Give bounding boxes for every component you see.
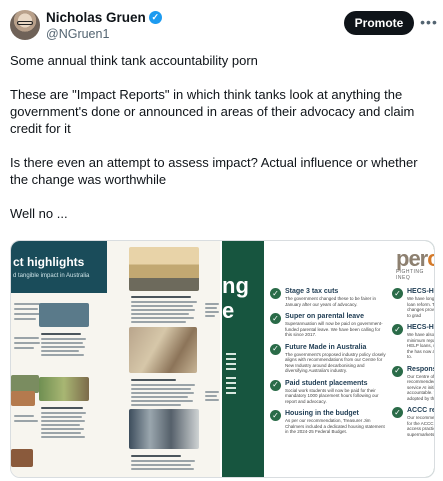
post-text: Some annual think tank accountability po… bbox=[10, 52, 435, 222]
report-photo bbox=[11, 391, 35, 406]
more-options-icon[interactable]: ••• bbox=[419, 13, 439, 31]
impact-report-image-left[interactable]: ct highlights d tangible impact in Austr… bbox=[11, 241, 222, 477]
author-row: Nicholas Gruen ✓ bbox=[46, 10, 162, 25]
media-gallery: ct highlights d tangible impact in Austr… bbox=[10, 240, 435, 478]
author-handle[interactable]: @NGruen1 bbox=[46, 27, 109, 41]
check-icon: ✓ bbox=[392, 288, 403, 299]
list-item: ✓ Responsible A Our Centre of the recomm… bbox=[392, 365, 434, 402]
report-photo bbox=[39, 377, 89, 401]
post-paragraph: Some annual think tank accountability po… bbox=[10, 53, 258, 68]
report-subheading: d tangible impact in Australia bbox=[13, 273, 90, 279]
list-item: ✓ HECS-HELP i We have long argued loan r… bbox=[392, 287, 434, 318]
check-icon: ✓ bbox=[270, 410, 281, 421]
check-icon: ✓ bbox=[270, 343, 281, 355]
check-icon: ✓ bbox=[270, 313, 281, 324]
list-item: ✓ HECS-HELP r We have also argued minimu… bbox=[392, 323, 434, 360]
author-name[interactable]: Nicholas Gruen bbox=[46, 10, 146, 25]
report-photo bbox=[39, 303, 89, 327]
post-paragraph: Well no ... bbox=[10, 206, 68, 221]
list-item: ✓ Super on parental leave Superannuation… bbox=[270, 312, 388, 338]
impact-report-image-right[interactable]: ng e perc FIGHTING INEQ ✓ Stage 3 tax cu… bbox=[222, 241, 434, 477]
impact-list-right: ✓ HECS-HELP i We have long argued loan r… bbox=[392, 287, 434, 442]
post-paragraph: These are "Impact Reports" in which thin… bbox=[10, 87, 415, 136]
post-paragraph: Is there even an attempt to assess impac… bbox=[10, 155, 418, 187]
verified-badge-icon: ✓ bbox=[148, 11, 162, 24]
check-icon: ✓ bbox=[270, 379, 281, 391]
report-heading: ct highlights bbox=[13, 255, 85, 269]
list-item: ✓ Future Made in Australia The governmen… bbox=[270, 343, 388, 374]
report-photo bbox=[11, 449, 33, 467]
list-item: ✓ ACCC resour Our recommendation for the… bbox=[392, 406, 434, 437]
check-icon: ✓ bbox=[392, 365, 403, 377]
check-icon: ✓ bbox=[392, 324, 403, 335]
check-icon: ✓ bbox=[392, 407, 403, 418]
check-icon: ✓ bbox=[270, 288, 281, 299]
list-item: ✓ Housing in the budget As per our recom… bbox=[270, 409, 388, 435]
report-page: perc FIGHTING INEQ ✓ Stage 3 tax cuts Th… bbox=[264, 241, 434, 477]
report-logo-subtitle: FIGHTING INEQ bbox=[396, 269, 424, 281]
post-header: Nicholas Gruen ✓ @NGruen1 Promote ••• bbox=[0, 0, 443, 46]
report-photo bbox=[129, 409, 199, 449]
report-photo bbox=[129, 247, 199, 291]
promote-button[interactable]: Promote bbox=[344, 11, 414, 35]
report-side-title: e bbox=[222, 298, 235, 323]
report-photo bbox=[129, 327, 197, 373]
avatar[interactable] bbox=[10, 10, 40, 40]
list-item: ✓ Paid student placements Social work st… bbox=[270, 379, 388, 405]
impact-list-left: ✓ Stage 3 tax cuts The government change… bbox=[270, 287, 388, 440]
list-item: ✓ Stage 3 tax cuts The government change… bbox=[270, 287, 388, 307]
report-side-title: ng bbox=[222, 273, 249, 298]
